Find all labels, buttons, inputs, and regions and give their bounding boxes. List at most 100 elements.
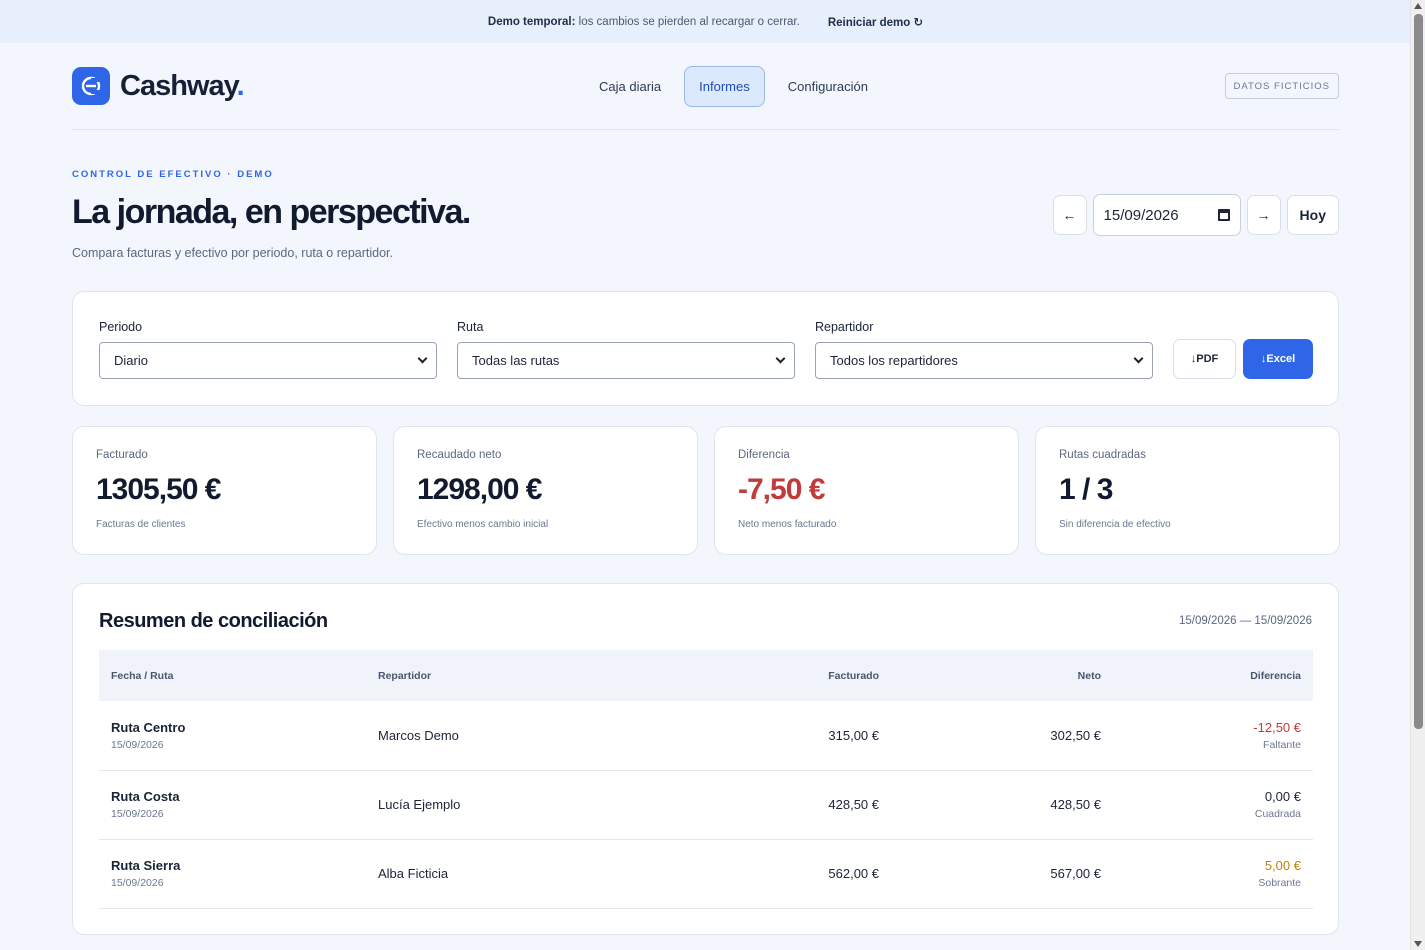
- scroll-up-arrow-icon[interactable]: [1414, 3, 1422, 9]
- table-header-row: Fecha / Ruta Repartidor Facturado Neto D…: [99, 650, 1313, 701]
- calendar-icon[interactable]: [1217, 209, 1230, 221]
- filters-card: Periodo Diario Ruta Todas las rutas Repa…: [72, 291, 1339, 406]
- difference-value: -12,50 €: [1253, 719, 1301, 735]
- export-excel-button[interactable]: ↓Excel: [1243, 339, 1313, 379]
- difference-status: Faltante: [1263, 738, 1301, 751]
- col-billed[interactable]: Facturado: [669, 650, 891, 701]
- driver-filter: Repartidor Todos los repartidores: [815, 320, 1153, 379]
- route-name: Ruta Costa: [111, 789, 180, 804]
- kpi-footnote: Efectivo menos cambio inicial: [417, 519, 549, 530]
- difference-status: Sobrante: [1258, 877, 1301, 889]
- page-scrollbar[interactable]: [1410, 0, 1425, 950]
- page-eyebrow: CONTROL DE EFECTIVO · DEMO: [72, 169, 274, 180]
- billed-cell: 428,50 €: [669, 770, 891, 840]
- page-title: La jornada, en perspectiva.: [72, 193, 471, 231]
- period-select[interactable]: Diario: [99, 342, 437, 379]
- chevron-down-icon: [775, 353, 786, 364]
- net-cell: 302,50 €: [891, 701, 1113, 771]
- route-name: Ruta Sierra: [111, 858, 181, 873]
- route-date: 15/09/2026: [111, 808, 164, 820]
- main-nav: Caja diaria Informes Configuración: [584, 66, 883, 107]
- col-net[interactable]: Neto: [891, 650, 1113, 701]
- kpi-footnote: Facturas de clientes: [96, 519, 186, 530]
- kpi-value: 1298,00 €: [417, 473, 542, 506]
- route-date: 15/09/2026: [111, 877, 164, 889]
- kpi-net-collected: Recaudado neto 1298,00 € Efectivo menos …: [393, 426, 698, 555]
- nav-caja-diaria[interactable]: Caja diaria: [584, 66, 676, 107]
- date-controls: ← 15/09/2026 → Hoy: [1052, 194, 1339, 236]
- route-select[interactable]: Todas las rutas: [457, 342, 795, 379]
- difference-cell: -12,50 € Faltante: [1113, 701, 1313, 771]
- net-cell: 428,50 €: [891, 770, 1113, 840]
- kpi-value: 1 / 3: [1059, 473, 1113, 506]
- period-value: Diario: [114, 353, 148, 368]
- kpi-difference: Diferencia -7,50 € Neto menos facturado: [714, 426, 1019, 555]
- main-container: Cashway. Caja diaria Informes Configurac…: [72, 43, 1340, 935]
- kpi-footnote: Sin diferencia de efectivo: [1059, 519, 1171, 530]
- period-label: Periodo: [99, 320, 143, 334]
- kpi-label: Facturado: [96, 449, 148, 461]
- export-pdf-button[interactable]: ↓PDF: [1173, 339, 1236, 379]
- billed-cell: 315,00 €: [669, 701, 891, 771]
- scroll-down-arrow-icon[interactable]: [1414, 941, 1422, 947]
- chevron-down-icon: [417, 353, 428, 364]
- driver-cell: Alba Ficticia: [366, 839, 669, 909]
- demo-banner: Demo temporal: los cambios se pierden al…: [0, 0, 1425, 43]
- difference-value: 0,00 €: [1264, 789, 1301, 804]
- nav-configuracion[interactable]: Configuración: [773, 66, 883, 107]
- col-difference[interactable]: Diferencia: [1113, 650, 1313, 701]
- route-cell: Ruta Sierra 15/09/2026: [99, 839, 366, 909]
- page-subtitle: Compara facturas y efectivo por periodo,…: [72, 246, 393, 260]
- route-filter: Ruta Todas las rutas: [457, 320, 795, 379]
- billed-cell: 562,00 €: [669, 839, 891, 909]
- col-driver[interactable]: Repartidor: [366, 650, 669, 701]
- net-cell: 567,00 €: [891, 839, 1113, 909]
- kpi-label: Recaudado neto: [417, 449, 502, 461]
- summary-date-range: 15/09/2026 — 15/09/2026: [1178, 615, 1312, 627]
- banner-message: Demo temporal: los cambios se pierden al…: [488, 16, 800, 28]
- driver-value: Todos los repartidores: [830, 353, 958, 368]
- difference-status: Cuadrada: [1254, 808, 1301, 820]
- table-row[interactable]: Ruta Sierra 15/09/2026 Alba Ficticia 562,…: [99, 839, 1313, 909]
- driver-cell: Lucía Ejemplo: [366, 770, 669, 840]
- kpi-billed: Facturado 1305,50 € Facturas de clientes: [72, 426, 377, 555]
- chevron-down-icon: [1133, 353, 1144, 364]
- difference-cell: 0,00 € Cuadrada: [1113, 770, 1313, 840]
- route-label: Ruta: [457, 320, 484, 334]
- brand-dot: .: [236, 69, 245, 102]
- table-row[interactable]: Ruta Centro 15/09/2026 Marcos Demo 315,00…: [99, 701, 1313, 771]
- route-name: Ruta Centro: [111, 719, 186, 735]
- nav-informes[interactable]: Informes: [684, 66, 765, 107]
- kpi-balanced-routes: Rutas cuadradas 1 / 3 Sin diferencia de …: [1035, 426, 1340, 555]
- date-value: 15/09/2026: [1103, 206, 1179, 224]
- app-header: Cashway. Caja diaria Informes Configurac…: [72, 43, 1339, 130]
- kpi-label: Rutas cuadradas: [1059, 449, 1146, 461]
- route-value: Todas las rutas: [472, 353, 560, 368]
- col-date-route[interactable]: Fecha / Ruta: [99, 650, 366, 701]
- date-input[interactable]: 15/09/2026: [1092, 194, 1241, 236]
- driver-select[interactable]: Todos los repartidores: [815, 342, 1153, 379]
- difference-value: 5,00 €: [1264, 858, 1301, 873]
- scrollbar-thumb[interactable]: [1414, 14, 1423, 729]
- brand-logo[interactable]: Cashway.: [72, 67, 245, 105]
- driver-cell: Marcos Demo: [366, 701, 669, 771]
- prev-day-button[interactable]: ←: [1052, 195, 1087, 235]
- reset-demo-link[interactable]: Reiniciar demo ↻: [828, 15, 923, 29]
- brand-name-text: Cashway: [120, 69, 238, 102]
- next-day-button[interactable]: →: [1246, 195, 1281, 235]
- banner-strong: Demo temporal:: [487, 15, 576, 28]
- kpi-value: -7,50 €: [738, 473, 825, 506]
- table-row[interactable]: Ruta Costa 15/09/2026 Lucía Ejemplo 428,5…: [99, 770, 1313, 840]
- period-filter: Periodo Diario: [99, 320, 437, 379]
- reconciliation-table: Fecha / Ruta Repartidor Facturado Neto D…: [99, 650, 1313, 909]
- route-cell: Ruta Centro 15/09/2026: [99, 701, 366, 771]
- fictitious-data-badge: DATOS FICTICIOS: [1224, 73, 1339, 99]
- today-button[interactable]: Hoy: [1286, 195, 1339, 235]
- cashway-logo-icon: [72, 67, 110, 105]
- driver-label: Repartidor: [815, 320, 874, 334]
- kpi-label: Diferencia: [738, 449, 790, 461]
- brand-name: Cashway.: [120, 69, 245, 103]
- kpi-cards: Facturado 1305,50 € Facturas de clientes…: [72, 426, 1340, 555]
- summary-title: Resumen de conciliación: [99, 610, 328, 632]
- route-cell: Ruta Costa 15/09/2026: [99, 770, 366, 840]
